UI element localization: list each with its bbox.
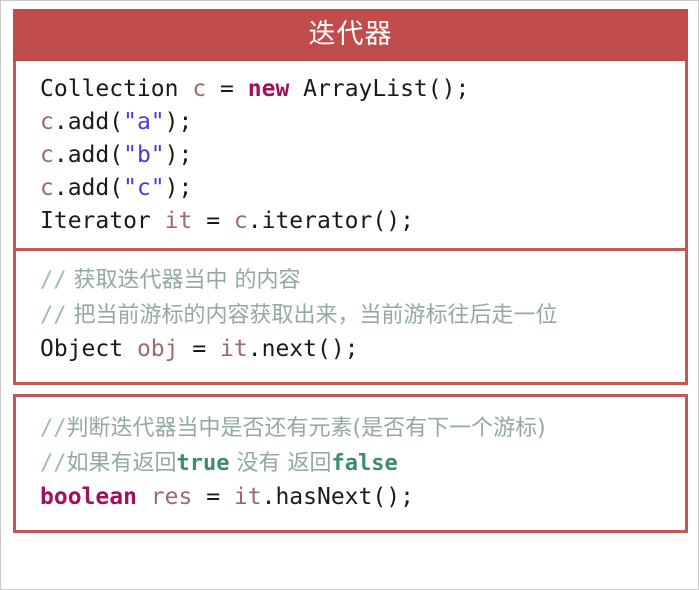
token-plain: .next(); — [247, 336, 359, 362]
code-line: c.add("a"); — [40, 106, 685, 139]
comment-text: // 把当前游标的内容获取出来，当前游标往后走一位 — [40, 303, 558, 328]
comment-line: //如果有返回true 没有 返回false — [40, 446, 685, 481]
comment-line: // 获取迭代器当中 的内容 — [40, 263, 685, 298]
token-var: c — [192, 76, 207, 102]
panel-header: 迭代器 — [13, 9, 688, 61]
token-type: Collection — [40, 76, 179, 102]
token-plain: ); — [164, 175, 193, 201]
token-plain: .iterator(); — [247, 208, 414, 234]
code-text: c.add("a"); — [40, 109, 192, 135]
token-var: it — [220, 336, 248, 362]
token-var: res — [150, 484, 193, 510]
token-type: ArrayList(); — [303, 76, 470, 102]
code-block-3: //判断迭代器当中是否还有元素(是否有下一个游标)//如果有返回true 没有 … — [13, 394, 688, 533]
token-var: c — [40, 142, 54, 168]
token-plain: .add( — [53, 109, 124, 135]
token-slashes: // — [40, 303, 67, 328]
token-plain: .add( — [53, 142, 124, 168]
code-line: Iterator it = c.iterator(); — [40, 205, 685, 238]
token-plain: = — [192, 208, 234, 234]
token-var: c — [233, 208, 248, 234]
token-cjk: 获取迭代器当中 的内容 — [66, 268, 301, 293]
token-var: c — [40, 175, 54, 201]
token-slashes: // — [40, 416, 67, 441]
token-plain: ); — [164, 142, 193, 168]
code-text: c.add("b"); — [40, 142, 192, 168]
code-text: Object obj = it.next(); — [40, 336, 359, 362]
code-line: Object obj = it.next(); — [40, 333, 685, 366]
token-str: "c" — [123, 175, 165, 201]
token-str: "b" — [123, 142, 165, 168]
token-type: Iterator — [40, 208, 151, 234]
code-text: Iterator it = c.iterator(); — [40, 208, 414, 234]
code-block-1: Collection c = new ArrayList(); c.add("a"… — [13, 61, 688, 251]
token-cjk: 如果有返回 — [66, 451, 177, 476]
token-plain: .hasNext(); — [261, 484, 414, 510]
token-plain: .add( — [53, 175, 124, 201]
token-lit: false — [331, 451, 398, 476]
comment-text: // 获取迭代器当中 的内容 — [40, 268, 301, 293]
token-kw: boolean — [40, 484, 137, 510]
code-text: c.add("c"); — [40, 175, 192, 201]
token-lit: true — [176, 451, 230, 476]
code-line: Collection c = new ArrayList(); — [40, 73, 685, 106]
code-line: boolean res = it.hasNext(); — [40, 481, 685, 514]
token-str: "a" — [123, 109, 165, 135]
comment-line: // 把当前游标的内容获取出来，当前游标往后走一位 — [40, 298, 685, 333]
code-line: c.add("c"); — [40, 172, 685, 205]
token-slashes: // — [40, 268, 67, 293]
token-var: obj — [136, 336, 179, 362]
token-cjk: 没有 返回 — [229, 451, 332, 476]
code-text: boolean res = it.hasNext(); — [40, 484, 414, 510]
token-var: it — [233, 484, 262, 510]
comment-text: //判断迭代器当中是否还有元素(是否有下一个游标) — [40, 416, 546, 441]
page-title: 迭代器 — [308, 19, 393, 50]
token-plain: ); — [164, 109, 193, 135]
comment-text: //如果有返回true 没有 返回false — [40, 451, 398, 476]
token-plain: = — [178, 336, 221, 362]
token-var: c — [40, 109, 54, 135]
token-kw: new — [247, 76, 290, 102]
token-cjk: 把当前游标的内容获取出来，当前游标往后走一位 — [66, 303, 558, 328]
token-var: it — [164, 208, 193, 234]
comment-line: //判断迭代器当中是否还有元素(是否有下一个游标) — [40, 411, 685, 446]
code-text: Collection c = new ArrayList(); — [40, 76, 469, 102]
code-blocks-container: Collection c = new ArrayList(); c.add("a"… — [13, 61, 688, 533]
code-snippet-page: 迭代器 Collection c = new ArrayList(); c.add… — [0, 0, 699, 590]
token-type: Object — [40, 336, 124, 362]
token-plain: = — [206, 76, 248, 102]
token-plain: = — [192, 484, 234, 510]
token-slashes: // — [40, 451, 67, 476]
token-cjk: 判断迭代器当中是否还有元素(是否有下一个游标) — [66, 416, 546, 441]
code-block-2: // 获取迭代器当中 的内容// 把当前游标的内容获取出来，当前游标往后走一位 O… — [13, 251, 688, 385]
code-line: c.add("b"); — [40, 139, 685, 172]
